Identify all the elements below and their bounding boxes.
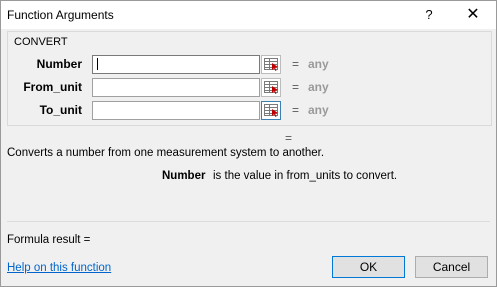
number-result: any — [308, 57, 329, 71]
number-label: Number — [36, 57, 82, 71]
to-unit-label: To_unit — [39, 103, 82, 117]
help-on-function-link[interactable]: Help on this function — [7, 262, 111, 274]
argument-help-name: Number — [162, 170, 206, 182]
to-unit-input[interactable] — [92, 101, 260, 120]
number-input[interactable] — [92, 55, 260, 74]
range-select-icon — [264, 81, 278, 94]
from-unit-label: From_unit — [23, 80, 82, 94]
formula-result: Formula result = — [7, 234, 91, 246]
function-name: CONVERT — [14, 36, 68, 48]
range-select-icon — [264, 58, 278, 71]
text-caret — [97, 58, 98, 70]
arguments-group: CONVERT Number = any From_unit = any To_… — [7, 31, 492, 126]
help-button[interactable]: ? — [415, 4, 443, 26]
close-button[interactable]: ✕ — [459, 4, 487, 26]
from-unit-equals: = — [292, 80, 300, 94]
range-select-icon — [264, 104, 278, 117]
title-bar: Function Arguments ? ✕ — [1, 1, 496, 29]
ok-button[interactable]: OK — [332, 256, 405, 278]
function-arguments-dialog: Function Arguments ? ✕ CONVERT Number = … — [0, 0, 497, 287]
from-unit-range-select-button[interactable] — [261, 78, 281, 97]
argument-help-text: is the value in from_units to convert. — [213, 170, 398, 182]
number-equals: = — [292, 57, 300, 71]
function-description: Converts a number from one measurement s… — [7, 147, 325, 159]
to-unit-result: any — [308, 103, 329, 117]
cancel-button[interactable]: Cancel — [415, 256, 488, 278]
to-unit-equals: = — [292, 103, 300, 117]
to-unit-range-select-button[interactable] — [261, 101, 281, 120]
separator — [7, 221, 490, 222]
from-unit-result: any — [308, 80, 329, 94]
number-range-select-button[interactable] — [261, 55, 281, 74]
window-title: Function Arguments — [7, 8, 114, 22]
from-unit-input[interactable] — [92, 78, 260, 97]
function-result-equals: = — [285, 131, 293, 145]
